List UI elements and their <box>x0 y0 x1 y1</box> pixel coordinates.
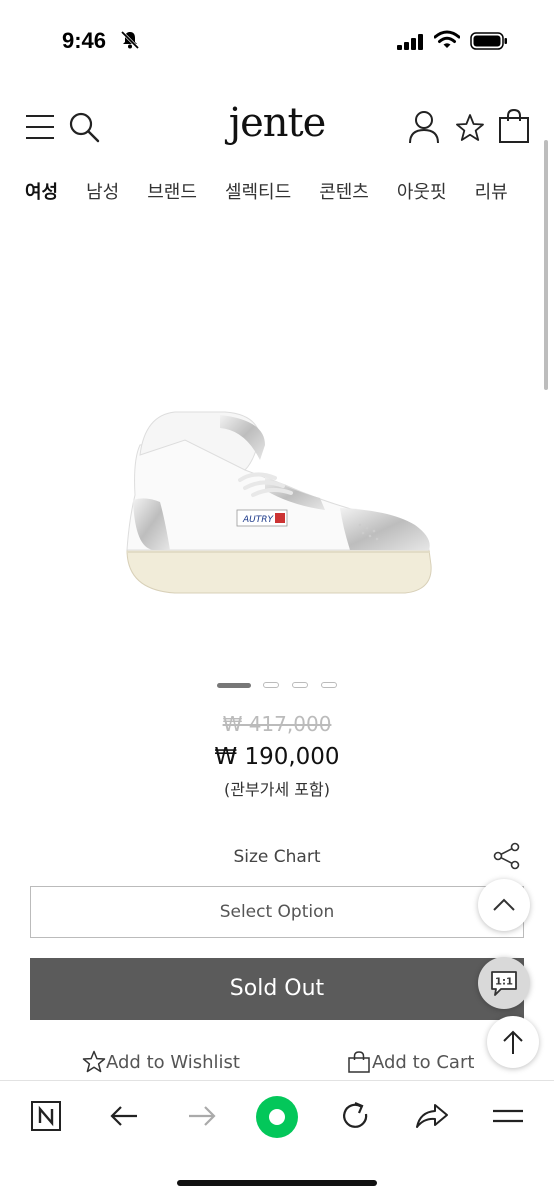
wifi-icon <box>434 30 460 48</box>
naver-home-button[interactable] <box>28 1098 64 1134</box>
arrow-up-icon <box>503 1030 523 1054</box>
wishlist-label: Add to Wishlist <box>106 1051 240 1073</box>
gallery-dot[interactable] <box>292 682 308 688</box>
home-indicator[interactable] <box>177 1180 377 1186</box>
arrow-left-icon <box>110 1106 137 1126</box>
share-icon[interactable] <box>492 842 522 870</box>
browser-menu-button[interactable] <box>490 1098 526 1134</box>
status-time: 9:46 <box>62 28 107 53</box>
add-to-wishlist-button[interactable]: Add to Wishlist <box>82 1050 240 1074</box>
nav-item-review[interactable]: 리뷰 <box>475 178 508 204</box>
naver-green-dot-button[interactable] <box>255 1095 299 1139</box>
share-page-button[interactable] <box>413 1098 451 1134</box>
chat-bubble-icon: 1:1 <box>491 971 517 996</box>
star-outline-icon <box>82 1050 106 1073</box>
reload-icon <box>343 1101 368 1128</box>
chevron-up-icon <box>493 898 515 911</box>
nav-item-outfit[interactable]: 아웃핏 <box>397 178 447 204</box>
chat-support-button[interactable]: 1:1 <box>478 957 530 1009</box>
sale-price: ₩ 190,000 <box>214 744 340 770</box>
sold-out-button[interactable]: Sold Out <box>30 958 524 1020</box>
product-logo-text: AUTRY <box>242 515 274 525</box>
category-nav: 여성 남성 브랜드 셀렉티드 콘텐츠 아웃핏 리뷰 <box>25 178 536 204</box>
gallery-dot[interactable] <box>263 682 279 688</box>
nav-item-brand[interactable]: 브랜드 <box>147 178 197 204</box>
product-image[interactable]: AUTRY <box>115 400 445 620</box>
battery-icon <box>470 32 507 50</box>
page-scrollbar[interactable] <box>544 140 548 390</box>
bag-outline-icon <box>348 1051 370 1073</box>
share-arrow-icon <box>416 1104 448 1128</box>
silent-bell-icon <box>120 30 140 50</box>
tax-note: (관부가세 포함) <box>224 780 330 799</box>
naver-n-icon <box>31 1101 61 1131</box>
shopping-bag-icon[interactable] <box>498 109 530 143</box>
gallery-dot[interactable] <box>321 682 337 688</box>
user-icon[interactable] <box>408 110 440 144</box>
back-button[interactable] <box>104 1098 144 1134</box>
original-price: ₩ 417,000 <box>222 712 332 736</box>
chat-label: 1:1 <box>495 977 513 988</box>
gallery-dot-active[interactable] <box>217 683 251 688</box>
nav-item-women[interactable]: 여성 <box>25 178 58 204</box>
nav-item-contents[interactable]: 콘텐츠 <box>319 178 369 204</box>
green-dot-icon <box>256 1096 298 1138</box>
wishlist-star-icon[interactable] <box>455 113 485 143</box>
cellular-signal-icon <box>397 34 423 50</box>
collapse-up-button[interactable] <box>478 879 530 931</box>
nav-item-selected[interactable]: 셀렉티드 <box>225 178 291 204</box>
menu-lines-icon <box>493 1109 523 1123</box>
reload-button[interactable] <box>336 1098 374 1134</box>
size-chart-link[interactable]: Size Chart <box>0 847 554 867</box>
arrow-right-icon <box>189 1106 216 1126</box>
add-to-cart-button[interactable]: Add to Cart <box>346 1050 474 1074</box>
nav-item-men[interactable]: 남성 <box>86 178 119 204</box>
forward-button[interactable] <box>182 1098 222 1134</box>
option-select[interactable]: Select Option <box>30 886 524 938</box>
cart-label: Add to Cart <box>372 1051 475 1073</box>
scroll-to-top-button[interactable] <box>487 1016 539 1068</box>
